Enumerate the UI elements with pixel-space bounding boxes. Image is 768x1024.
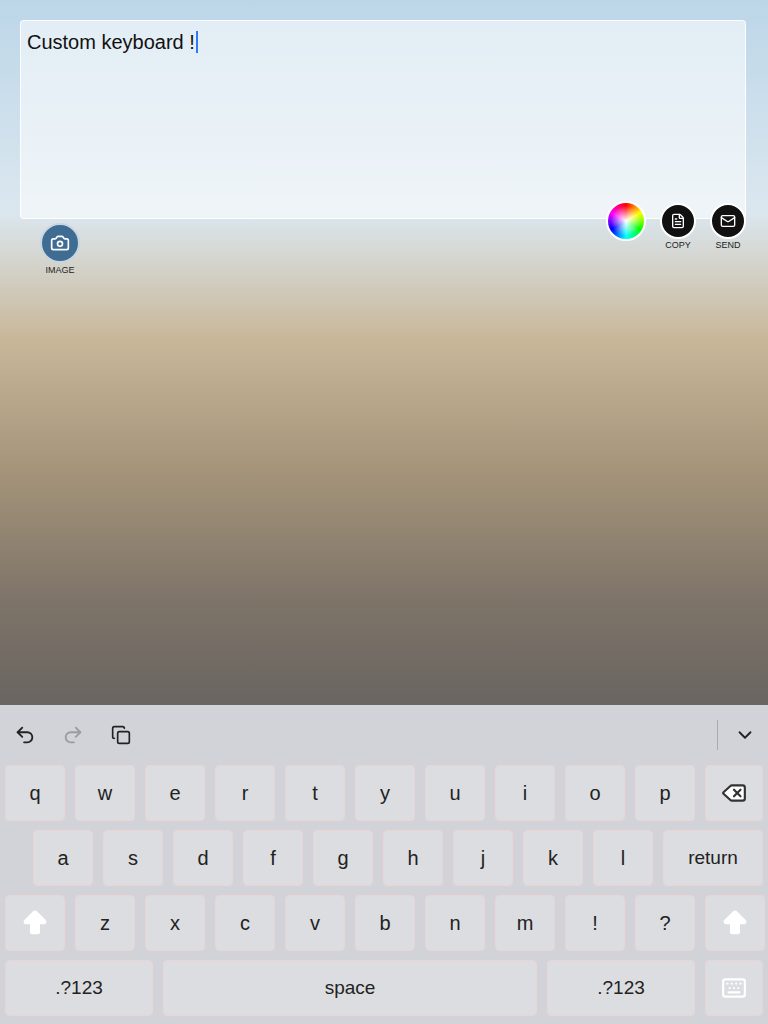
color-wheel-icon[interactable]: [606, 201, 646, 241]
char-key[interactable]: v: [285, 895, 345, 951]
dismiss-key[interactable]: [705, 960, 763, 1016]
char-key[interactable]: g: [313, 830, 373, 886]
text-editor[interactable]: Custom keyboard !: [20, 20, 746, 219]
char-key[interactable]: !: [565, 895, 625, 951]
paste-button[interactable]: [108, 722, 134, 748]
delete-key[interactable]: [705, 765, 763, 821]
char-key[interactable]: u: [425, 765, 485, 821]
char-key[interactable]: r: [215, 765, 275, 821]
send-button[interactable]: SEND: [710, 201, 746, 250]
char-key[interactable]: t: [285, 765, 345, 821]
char-key[interactable]: n: [425, 895, 485, 951]
char-key[interactable]: m: [495, 895, 555, 951]
char-key[interactable]: i: [495, 765, 555, 821]
text-caret: [196, 31, 198, 53]
shift-icon: [720, 908, 750, 938]
action-group: COPY SEND: [606, 201, 746, 250]
toolbar-divider: [717, 720, 718, 750]
shift-key[interactable]: [705, 895, 765, 951]
key-row: asdfghjklreturn: [5, 830, 763, 886]
key-row: qwertyuiop: [5, 765, 763, 821]
char-key[interactable]: w: [75, 765, 135, 821]
char-key[interactable]: ?: [635, 895, 695, 951]
char-key[interactable]: x: [145, 895, 205, 951]
char-key[interactable]: z: [75, 895, 135, 951]
undo-button[interactable]: [12, 722, 38, 748]
action-label: SEND: [715, 240, 740, 250]
char-key[interactable]: c: [215, 895, 275, 951]
char-key[interactable]: e: [145, 765, 205, 821]
char-key[interactable]: d: [173, 830, 233, 886]
char-key[interactable]: h: [383, 830, 443, 886]
char-key[interactable]: y: [355, 765, 415, 821]
editor-text: Custom keyboard !: [27, 31, 195, 54]
undo-icon: [14, 724, 36, 746]
shift-icon: [20, 908, 50, 938]
char-key[interactable]: a: [33, 830, 93, 886]
char-key[interactable]: o: [565, 765, 625, 821]
char-key[interactable]: q: [5, 765, 65, 821]
char-key[interactable]: p: [635, 765, 695, 821]
char-key[interactable]: f: [243, 830, 303, 886]
chevron-down-icon: [734, 724, 756, 746]
return-key[interactable]: return: [663, 830, 763, 886]
key-row: .?123space.?123: [5, 960, 763, 1016]
char-key[interactable]: l: [593, 830, 653, 886]
char-key[interactable]: s: [103, 830, 163, 886]
envelope-icon: [720, 213, 736, 229]
key-row: zxcvbnm!?: [5, 895, 763, 951]
keyboard: qwertyuiopasdfghjklreturnzxcvbnm!?.?123s…: [0, 705, 768, 1024]
image-label: IMAGE: [45, 265, 74, 275]
background-photo: Custom keyboard ! IMAGE COPY SEND: [0, 0, 768, 705]
key-rows: qwertyuiopasdfghjklreturnzxcvbnm!?.?123s…: [0, 765, 768, 1024]
image-button[interactable]: IMAGE: [40, 223, 80, 275]
keyboard-dismiss-icon: [721, 975, 747, 1001]
mode-key[interactable]: .?123: [547, 960, 695, 1016]
copy-button[interactable]: COPY: [660, 201, 696, 250]
action-label: COPY: [665, 240, 691, 250]
backspace-icon: [721, 780, 747, 806]
collapse-button[interactable]: [732, 722, 758, 748]
redo-icon: [62, 724, 84, 746]
mode-key[interactable]: .?123: [5, 960, 153, 1016]
shift-key[interactable]: [5, 895, 65, 951]
camera-icon: [50, 233, 70, 253]
redo-button[interactable]: [60, 722, 86, 748]
keyboard-toolbar: [0, 705, 768, 765]
paste-icon: [111, 725, 131, 745]
app-screen: Custom keyboard ! IMAGE COPY SEND qwertyuiop…: [0, 0, 768, 1024]
document-icon: [670, 213, 686, 229]
char-key[interactable]: j: [453, 830, 513, 886]
char-key[interactable]: b: [355, 895, 415, 951]
char-key[interactable]: k: [523, 830, 583, 886]
action-row: IMAGE COPY SEND: [20, 201, 746, 275]
space-key[interactable]: space: [163, 960, 537, 1016]
